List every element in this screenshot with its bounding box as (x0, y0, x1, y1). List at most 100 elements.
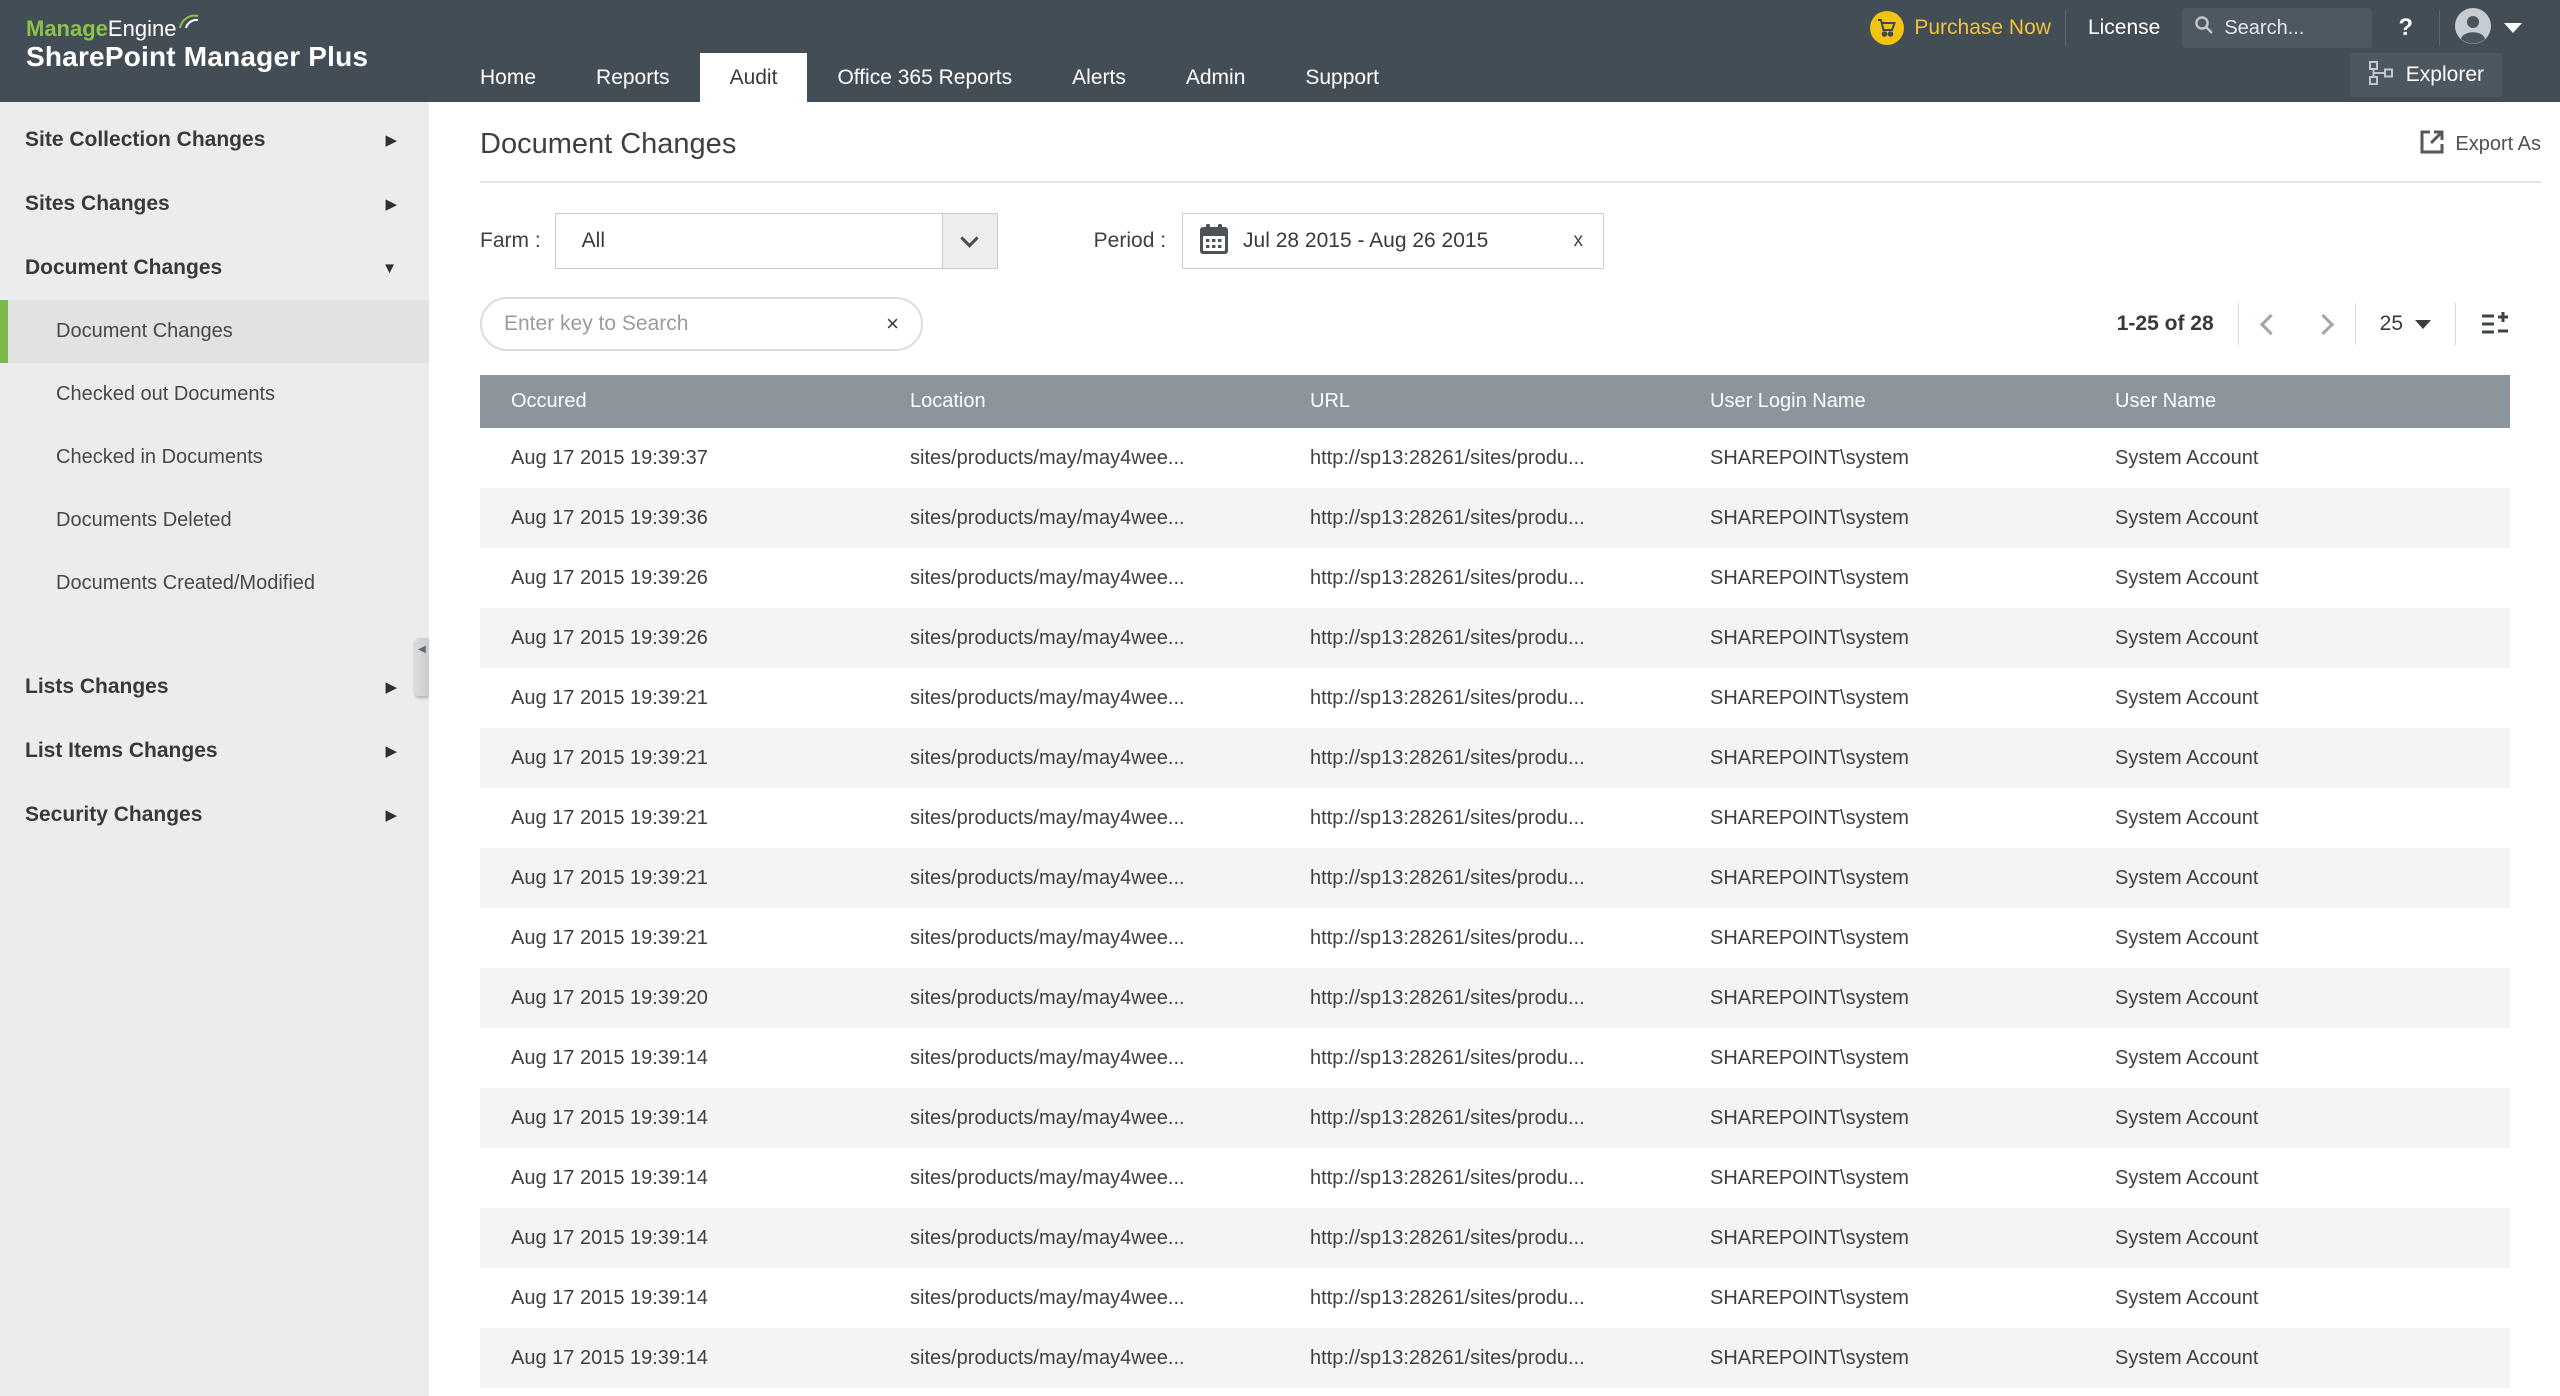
sidebar-collapse-handle[interactable]: ◀ (415, 638, 429, 696)
table-row: Aug 17 2015 19:39:36 sites/products/may/m… (480, 488, 2510, 548)
table-cell: sites/products/may/may4wee... (910, 1106, 1185, 1129)
table-row: Aug 17 2015 19:39:21 sites/products/may/m… (480, 788, 2510, 848)
table-cell: System Account (2115, 566, 2259, 589)
table-cell: System Account (2115, 1226, 2259, 1249)
period-clear-button[interactable]: x (1570, 230, 1588, 252)
divider (2455, 303, 2456, 345)
table-cell: Aug 17 2015 19:39:14 (511, 1286, 708, 1309)
prev-page-button[interactable] (2259, 313, 2281, 335)
global-search-box[interactable]: Search... (2182, 8, 2373, 48)
table-cell: System Account (2115, 866, 2259, 889)
audit-table: Occured Location URL User Login Name User Na… (480, 375, 2510, 1388)
divider (2237, 303, 2239, 345)
chevron-icon: ▶ (385, 196, 397, 213)
help-button[interactable]: ? (2398, 14, 2413, 42)
sidebar-item[interactable]: Documents Created/Modified (0, 552, 429, 615)
table-cell: SHAREPOINT\system (1710, 1166, 1909, 1189)
next-page-button[interactable] (2312, 313, 2334, 335)
purchase-now-label: Purchase Now (1914, 16, 2051, 39)
table-cell: SHAREPOINT\system (1710, 866, 1909, 889)
sidebar-group[interactable]: Document Changes ▼ (0, 236, 429, 300)
table-cell: Aug 17 2015 19:39:36 (511, 506, 708, 529)
table-cell: Aug 17 2015 19:39:14 (511, 1346, 708, 1369)
main-nav: Home Reports Audit Office 365 Reports Alerts… (450, 53, 1409, 102)
collapse-arrow-icon: ◀ (418, 644, 426, 655)
table-cell: SHAREPOINT\system (1710, 1046, 1909, 1069)
table-row: Aug 17 2015 19:39:21 sites/products/may/m… (480, 848, 2510, 908)
table-cell: Aug 17 2015 19:39:14 (511, 1166, 708, 1189)
table-cell: sites/products/may/may4wee... (910, 866, 1185, 889)
table-cell: http://sp13:28261/sites/produ... (1310, 806, 1585, 829)
nav-tab[interactable]: Home (450, 53, 566, 102)
table-search-input[interactable] (504, 312, 887, 336)
column-settings-button[interactable] (2480, 309, 2510, 339)
nav-tab[interactable]: Office 365 Reports (807, 53, 1042, 102)
sidebar-group[interactable]: List Items Changes ▶ (0, 719, 429, 783)
calendar-icon (1199, 223, 1229, 260)
search-clear-button[interactable]: × (886, 311, 899, 337)
period-value: Jul 28 2015 - Aug 26 2015 (1243, 229, 1489, 252)
table-row: Aug 17 2015 19:39:14 sites/products/may/m… (480, 1148, 2510, 1208)
chevron-icon: ▼ (382, 259, 397, 277)
nav-tab-label: Alerts (1072, 66, 1126, 89)
sidebar-group[interactable]: Security Changes ▶ (0, 783, 429, 847)
search-icon (2194, 15, 2214, 41)
table-cell: SHAREPOINT\system (1710, 506, 1909, 529)
explorer-button[interactable]: Explorer (2349, 53, 2502, 97)
user-menu-button[interactable] (2454, 7, 2522, 50)
table-cell: Aug 17 2015 19:39:26 (511, 566, 708, 589)
brand-swoosh-icon (178, 10, 200, 35)
export-as-button[interactable]: Export As (2419, 129, 2541, 160)
column-header[interactable]: URL (1280, 390, 1680, 413)
nav-tab[interactable]: Reports (566, 53, 700, 102)
nav-tab[interactable]: Admin (1156, 53, 1276, 102)
table-cell: SHAREPOINT\system (1710, 1226, 1909, 1249)
farm-select[interactable]: All (554, 213, 998, 269)
table-cell: http://sp13:28261/sites/produ... (1310, 446, 1585, 469)
main-content: Document Changes Export As Farm : All Pe… (429, 102, 2560, 1396)
chevron-down-icon (941, 214, 997, 268)
table-cell: Aug 17 2015 19:39:14 (511, 1106, 708, 1129)
nav-tab[interactable]: Alerts (1042, 53, 1156, 102)
brand-logo: ManageEngine SharePoint Manager Plus (26, 10, 368, 73)
nav-tab[interactable]: Audit (699, 53, 808, 102)
table-cell: Aug 17 2015 19:39:21 (511, 746, 708, 769)
table-row: Aug 17 2015 19:39:21 sites/products/may/m… (480, 728, 2510, 788)
sidebar-group[interactable]: Sites Changes ▶ (0, 172, 429, 236)
table-cell: Aug 17 2015 19:39:21 (511, 866, 708, 889)
table-cell: sites/products/may/may4wee... (910, 566, 1185, 589)
sidebar-item-label: Checked in Documents (56, 446, 263, 468)
column-header[interactable]: User Login Name (1680, 390, 2085, 413)
license-button[interactable]: License (2088, 16, 2160, 40)
table-cell: sites/products/may/may4wee... (910, 986, 1185, 1009)
sidebar-group[interactable]: Lists Changes ▶ (0, 655, 429, 719)
sidebar: Site Collection Changes ▶ Sites Changes … (0, 102, 429, 1396)
column-header[interactable]: Location (880, 390, 1280, 413)
table-cell: sites/products/may/may4wee... (910, 926, 1185, 949)
cart-icon (1870, 11, 1905, 45)
column-header[interactable]: User Name (2085, 390, 2510, 413)
table-cell: sites/products/may/may4wee... (910, 506, 1185, 529)
table-cell: http://sp13:28261/sites/produ... (1310, 626, 1585, 649)
table-cell: http://sp13:28261/sites/produ... (1310, 1346, 1585, 1369)
divider (2439, 10, 2440, 46)
table-cell: System Account (2115, 686, 2259, 709)
nav-tab-label: Office 365 Reports (837, 66, 1013, 89)
table-row: Aug 17 2015 19:39:26 sites/products/may/m… (480, 608, 2510, 668)
period-picker[interactable]: Jul 28 2015 - Aug 26 2015 x (1182, 213, 1605, 269)
column-settings-icon (2482, 312, 2508, 334)
table-body: Aug 17 2015 19:39:37 sites/products/may/m… (480, 428, 2510, 1388)
table-cell: http://sp13:28261/sites/produ... (1310, 866, 1585, 889)
nav-tab-label: Support (1305, 66, 1379, 89)
sidebar-item[interactable]: Checked in Documents (0, 426, 429, 489)
sidebar-item[interactable]: Checked out Documents (0, 363, 429, 426)
column-header[interactable]: Occured (480, 390, 880, 413)
purchase-now-button[interactable]: Purchase Now (1870, 11, 2051, 45)
export-as-label: Export As (2455, 133, 2541, 155)
table-cell: System Account (2115, 506, 2259, 529)
nav-tab[interactable]: Support (1275, 53, 1409, 102)
sidebar-item[interactable]: Documents Deleted (0, 489, 429, 552)
page-size-select[interactable]: 25 (2380, 312, 2431, 336)
sidebar-group[interactable]: Site Collection Changes ▶ (0, 108, 429, 172)
sidebar-item[interactable]: Document Changes (0, 300, 429, 363)
